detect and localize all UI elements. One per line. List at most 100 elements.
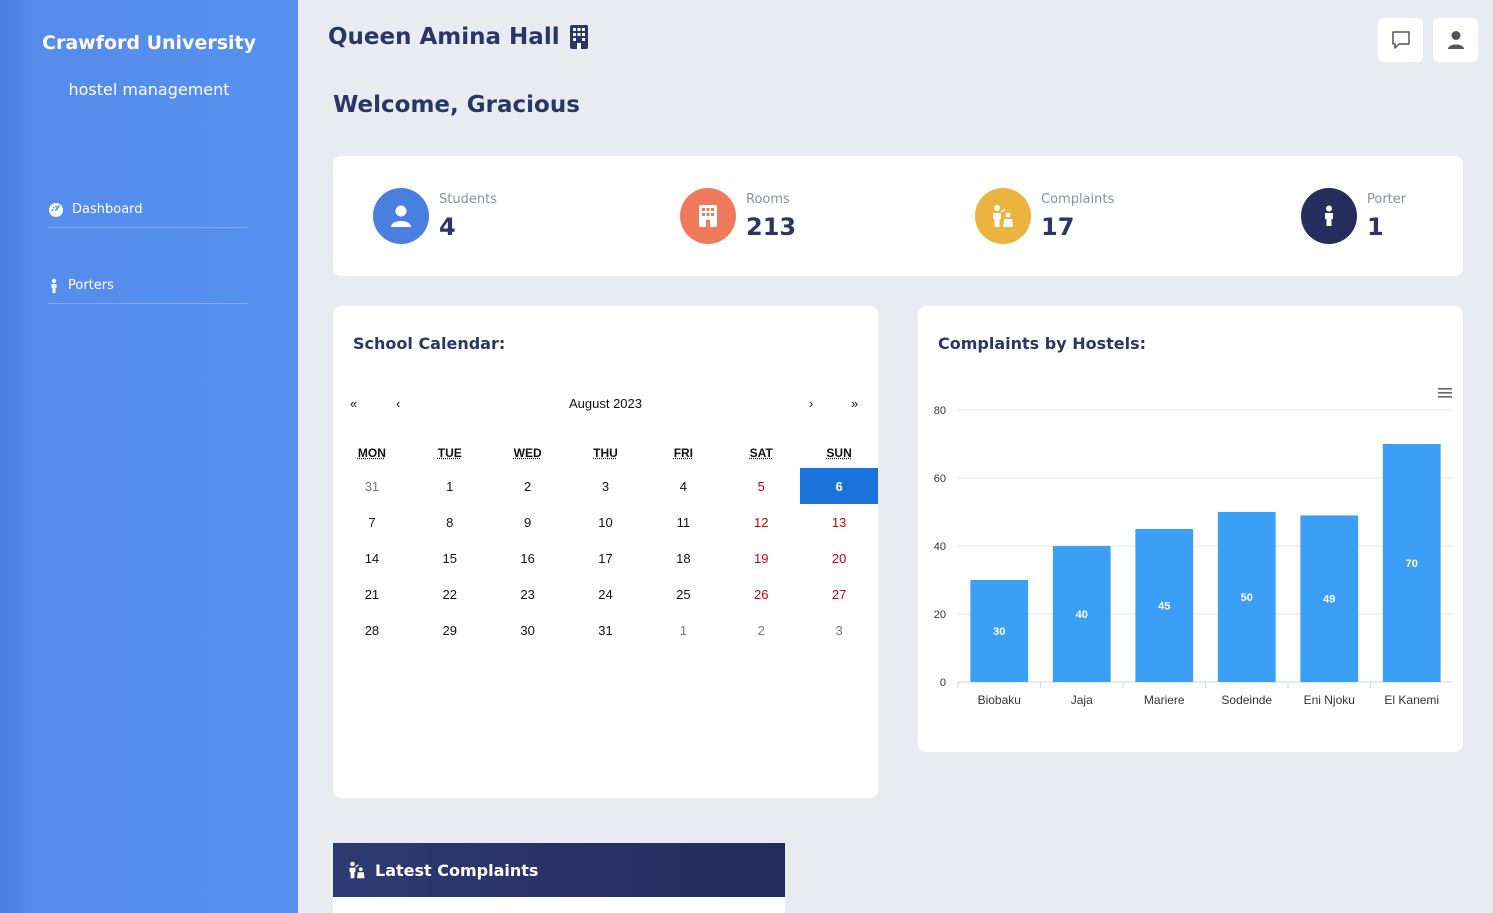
calendar-day[interactable]: 9 — [489, 504, 567, 540]
latest-complaints-body — [333, 897, 785, 913]
calendar-day[interactable]: 28 — [333, 612, 411, 648]
person-icon — [51, 278, 57, 293]
calendar-days: 31 1 2 3 4 5 6 7 8 9 10 11 12 13 14 15 16 17 18 19 20 21 22 23 2… — [333, 468, 879, 648]
bar-data-label: 30 — [993, 626, 1005, 638]
y-tick-label: 60 — [934, 473, 946, 485]
x-tick-label: El Kanemi — [1384, 693, 1439, 707]
dashboard-icon — [49, 202, 63, 217]
stat-icon-circle — [1301, 188, 1357, 244]
sidebar-item-porters[interactable]: Porters — [48, 274, 248, 304]
x-tick-label: Sodeinde — [1221, 693, 1272, 707]
month-label[interactable]: August 2023 — [333, 396, 878, 411]
stat-value: 1 — [1367, 212, 1384, 241]
next-month-button[interactable]: › — [809, 396, 813, 411]
weekday-label: SAT — [749, 446, 773, 460]
sidebar-item-dashboard[interactable]: Dashboard — [48, 198, 248, 228]
stat-icon-circle — [975, 188, 1031, 244]
calendar-day[interactable]: 1 — [411, 468, 489, 504]
calendar-day[interactable]: 6 — [800, 468, 879, 504]
calendar-day[interactable]: 3 — [800, 612, 878, 648]
page-title: Queen Amina Hall — [328, 24, 588, 50]
calendar-day[interactable]: 30 — [489, 612, 567, 648]
bar-data-label: 45 — [1158, 601, 1170, 613]
calendar-day[interactable]: 2 — [722, 612, 800, 648]
calendar-day[interactable]: 8 — [411, 504, 489, 540]
calendar-day[interactable]: 31 — [567, 612, 645, 648]
calendar-day[interactable]: 29 — [411, 612, 489, 648]
calendar-day[interactable]: 5 — [722, 468, 800, 504]
calendar-day[interactable]: 11 — [644, 504, 722, 540]
stat-label: Students — [439, 191, 497, 207]
calendar-day[interactable]: 14 — [333, 540, 411, 576]
calendar-day[interactable]: 24 — [567, 576, 645, 612]
sidebar-item-label: Dashboard — [72, 202, 143, 217]
calendar-week-row: 21 22 23 24 25 26 27 — [333, 576, 878, 612]
calendar-day[interactable]: 19 — [722, 540, 800, 576]
calendar-day[interactable]: 27 — [800, 576, 878, 612]
profile-button[interactable] — [1433, 18, 1478, 62]
weekday-label: TUE — [437, 446, 462, 460]
y-tick-label: 80 — [934, 405, 946, 417]
calendar-day[interactable]: 31 — [333, 468, 411, 504]
stat-label: Complaints — [1041, 191, 1115, 207]
calendar-day[interactable]: 10 — [567, 504, 645, 540]
calendar-day[interactable]: 16 — [489, 540, 567, 576]
calendar-day[interactable]: 3 — [567, 468, 645, 504]
bar-data-label: 50 — [1241, 592, 1253, 604]
x-tick-label: Mariere — [1144, 693, 1185, 707]
calendar-weekday-header: MON TUE WED THU FRI SAT SUN — [333, 446, 878, 468]
weekday-label: WED — [513, 446, 542, 460]
calendar-day[interactable]: 25 — [644, 576, 722, 612]
next-year-button[interactable]: » — [851, 396, 858, 411]
stat-porter: Porter 1 — [1301, 188, 1406, 244]
calendar-day[interactable]: 18 — [644, 540, 722, 576]
calendar-day[interactable]: 12 — [722, 504, 800, 540]
calendar-day[interactable]: 13 — [800, 504, 878, 540]
calendar-day[interactable]: 2 — [489, 468, 567, 504]
calendar-day[interactable]: 4 — [644, 468, 722, 504]
welcome-heading: Welcome, Gracious — [333, 92, 580, 118]
bar-data-label: 40 — [1076, 609, 1088, 621]
user-icon — [391, 205, 411, 227]
sidebar-item-label: Porters — [68, 278, 114, 293]
calendar-day[interactable]: 26 — [722, 576, 800, 612]
calendar-navigation: « ‹ August 2023 › » — [333, 396, 878, 416]
sidebar: Crawford University hostel management Da… — [0, 0, 298, 913]
chat-icon — [1391, 31, 1410, 49]
x-tick-label: Eni Njoku — [1304, 693, 1355, 707]
x-tick-label: Jaja — [1071, 693, 1093, 707]
weekday-label: SUN — [826, 446, 852, 460]
calendar-day[interactable]: 23 — [489, 576, 567, 612]
y-tick-label: 20 — [934, 609, 946, 621]
complaints-chart-card: Complaints by Hostels: 0 20 40 60 80 30 Bioba… — [918, 306, 1463, 752]
calendar-day[interactable]: 22 — [411, 576, 489, 612]
stat-icon-circle — [680, 188, 736, 244]
stat-value: 4 — [439, 212, 456, 241]
person-icon — [1325, 205, 1333, 226]
latest-complaints-header: Latest Complaints — [333, 843, 785, 897]
complaints-bar-chart: 0 20 40 60 80 30 Biobaku 40 Jaja 45 Mariere 50 Sode… — [934, 386, 1453, 707]
calendar-day[interactable]: 21 — [333, 576, 411, 612]
stat-rooms: Rooms 213 — [680, 188, 796, 244]
calendar-card: School Calendar: « ‹ August 2023 › » MON… — [333, 306, 879, 798]
bar-data-label: 49 — [1323, 594, 1335, 606]
latest-complaints-title: Latest Complaints — [375, 860, 539, 880]
complaints-icon — [349, 861, 365, 879]
complaints-icon — [993, 205, 1013, 227]
calendar-day[interactable]: 15 — [411, 540, 489, 576]
y-tick-label: 0 — [940, 677, 946, 689]
calendar-week-row: 7 8 9 10 11 12 13 — [333, 504, 878, 540]
calendar-day[interactable]: 20 — [800, 540, 878, 576]
stats-card: Students 4 Rooms 213 Complaints 17 Porte… — [333, 156, 1463, 276]
calendar-grid: MON TUE WED THU FRI SAT SUN 31 1 2 3 4 5 6 7 8 9 10 11 12 1… — [333, 446, 879, 648]
calendar-day[interactable]: 17 — [567, 540, 645, 576]
calendar-day[interactable]: 1 — [644, 612, 722, 648]
calendar-week-row: 14 15 16 17 18 19 20 — [333, 540, 878, 576]
stat-complaints: Complaints 17 — [975, 188, 1114, 244]
stat-students: Students 4 — [373, 188, 497, 244]
user-icon — [1447, 31, 1464, 49]
bar-data-label: 70 — [1406, 558, 1418, 570]
chat-button[interactable] — [1378, 18, 1423, 62]
calendar-day[interactable]: 7 — [333, 504, 411, 540]
hamburger-menu-icon[interactable] — [1436, 386, 1452, 400]
